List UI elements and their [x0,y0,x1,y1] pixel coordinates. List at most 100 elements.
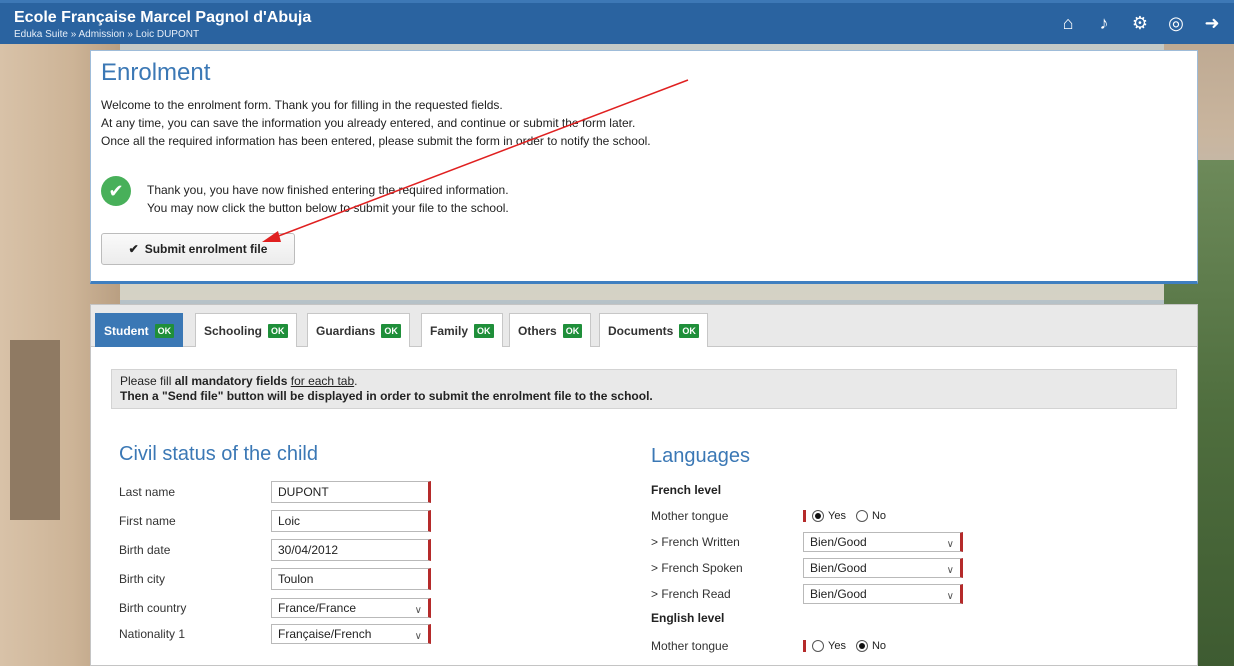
submit-enrolment-button[interactable]: ✔ Submit enrolment file [101,233,295,265]
french-spoken-value: Bien/Good [810,561,867,575]
intro-line-2: At any time, you can save the informatio… [101,116,636,130]
english-mother-tongue-radio-group: Yes No [803,640,892,652]
birth-date-input[interactable]: 30/04/2012 [271,539,431,561]
help-icon[interactable]: ◎ [1166,13,1186,33]
mandatory-notice: Please fill all mandatory fields for eac… [111,369,1177,409]
field-row-birth-date: Birth date 30/04/2012 [119,539,431,561]
nationality-1-value: Française/French [278,627,372,641]
home-icon[interactable]: ⌂ [1058,13,1078,33]
settings-icon[interactable]: ⚙ [1130,13,1150,33]
notice-post: . [354,374,358,388]
chevron-down-icon: ∨ [946,539,954,550]
checkmark-icon: ✔ [128,242,139,256]
header-icons: ⌂ ♪ ⚙ ◎ ➜ [1058,13,1222,33]
tab-others-label: Others [518,323,557,338]
notice-pre: Please fill [120,374,175,388]
thanks-line-1: Thank you, you have now finished enterin… [147,183,509,197]
chevron-down-icon: ∨ [414,631,422,642]
tab-schooling-label: Schooling [204,323,262,338]
chevron-down-icon: ∨ [414,605,422,616]
ok-badge: OK [268,323,288,338]
notice-bold: all mandatory fields [174,374,288,388]
chevron-down-icon: ∨ [946,591,954,602]
yes-label: Yes [828,640,846,652]
tab-others[interactable]: Others OK [509,313,592,347]
birth-country-select[interactable]: France/France ∨ [271,598,431,618]
tab-student[interactable]: Student OK [95,313,184,347]
french-mother-tongue-label: Mother tongue [651,509,729,523]
tab-documents-label: Documents [608,323,674,338]
ok-badge: OK [679,323,699,338]
thanks-line-2: You may now click the button below to su… [147,201,509,215]
notice-line-2: Then a "Send file" button will be displa… [120,389,653,403]
intro-line-3: Once all the required information has be… [101,134,651,148]
check-icon: ✔ [101,176,131,206]
no-radio[interactable] [855,640,868,652]
school-name: Ecole Française Marcel Pagnol d'Abuja [14,9,312,26]
tab-strip: Student OK Schooling OK Guardians OK Fam… [91,305,1197,347]
languages-title: Languages [651,445,750,467]
ok-badge: OK [381,323,401,338]
english-mother-tongue-label: Mother tongue [651,639,729,653]
ok-badge: OK [154,323,175,338]
tab-guardians[interactable]: Guardians OK [307,313,410,347]
tab-guardians-label: Guardians [316,323,376,338]
birth-country-label: Birth country [119,601,187,615]
french-spoken-label: > French Spoken [651,561,743,575]
no-label: No [871,510,887,522]
french-read-label: > French Read [651,587,731,601]
ok-badge: OK [562,323,583,338]
french-read-value: Bien/Good [810,587,867,601]
intro-line-1: Welcome to the enrolment form. Thank you… [101,98,503,112]
field-row-nationality-1: Nationality 1 Française/French ∨ [119,623,431,645]
birth-city-input[interactable]: Toulon [271,568,431,590]
enrolment-card: Enrolment Welcome to the enrolment form.… [90,50,1198,284]
no-radio[interactable] [855,510,868,522]
tab-schooling[interactable]: Schooling OK [195,313,297,347]
logout-icon[interactable]: ➜ [1202,13,1222,33]
first-name-input[interactable]: Loic [271,510,431,532]
french-read-row: > French Read Bien/Good ∨ [651,583,963,605]
french-spoken-select[interactable]: Bien/Good ∨ [803,558,963,578]
chevron-down-icon: ∨ [946,565,954,576]
yes-radio[interactable] [812,510,824,522]
field-row-birth-country: Birth country France/France ∨ [119,597,431,619]
french-written-row: > French Written Bien/Good ∨ [651,531,963,553]
last-name-label: Last name [119,485,176,499]
english-level-title: English level [651,611,725,625]
completion-message: Thank you, you have now finished enterin… [147,181,509,217]
bell-icon[interactable]: ♪ [1094,13,1114,33]
submit-label: Submit enrolment file [144,242,268,256]
french-level-title: French level [651,483,722,497]
enrolment-intro: Welcome to the enrolment form. Thank you… [101,96,651,150]
birth-country-value: France/France [278,601,357,615]
french-written-label: > French Written [651,535,740,549]
english-mother-tongue-row: Mother tongue Yes No [651,635,892,657]
birth-date-label: Birth date [119,543,171,557]
field-row-birth-city: Birth city Toulon [119,568,431,590]
notice-link[interactable]: for each tab [291,374,354,388]
ok-badge: OK [474,323,494,338]
nationality-1-label: Nationality 1 [119,627,186,641]
tab-family-label: Family [430,323,469,338]
french-spoken-row: > French Spoken Bien/Good ∨ [651,557,963,579]
tab-documents[interactable]: Documents OK [599,313,708,347]
french-written-select[interactable]: Bien/Good ∨ [803,532,963,552]
tab-family[interactable]: Family OK [421,313,503,347]
french-mother-tongue-row: Mother tongue Yes No [651,505,892,527]
field-row-first-name: First name Loic [119,510,431,532]
nationality-1-select[interactable]: Française/French ∨ [271,624,431,644]
breadcrumb[interactable]: Eduka Suite » Admission » Loic DUPONT [14,29,199,40]
first-name-label: First name [119,514,176,528]
last-name-input[interactable]: DUPONT [271,481,431,503]
yes-radio[interactable] [812,640,824,652]
tab-student-label: Student [104,323,149,338]
french-mother-tongue-radio-group: Yes No [803,510,892,522]
top-header: Ecole Française Marcel Pagnol d'Abuja Ed… [0,0,1234,44]
civil-status-title: Civil status of the child [119,443,318,465]
french-read-select[interactable]: Bien/Good ∨ [803,584,963,604]
field-row-last-name: Last name DUPONT [119,481,431,503]
french-written-value: Bien/Good [810,535,867,549]
tab-panel: Student OK Schooling OK Guardians OK Fam… [90,304,1198,666]
no-label: No [871,640,887,652]
